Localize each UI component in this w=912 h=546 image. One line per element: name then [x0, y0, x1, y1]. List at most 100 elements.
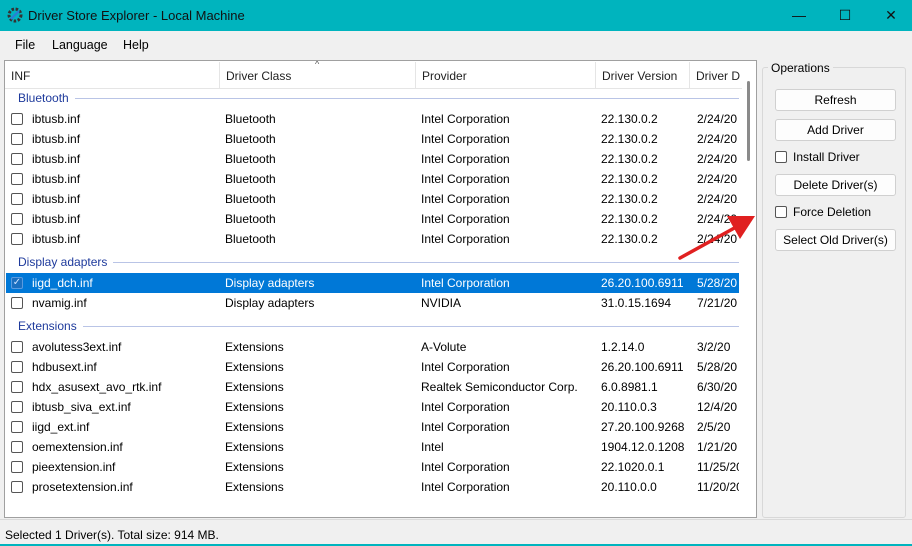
cell-inf: ibtusb.inf — [32, 212, 81, 226]
cell-provider: Intel Corporation — [421, 420, 510, 434]
row-checkbox[interactable] — [11, 173, 23, 185]
table-row[interactable]: hdx_asusext_avo_rtk.inf Extensions Realtek… — [6, 377, 739, 397]
table-row[interactable]: ibtusb.inf Bluetooth Intel Corporation 22.1… — [6, 209, 739, 229]
cell-driver-version: 22.130.0.2 — [601, 192, 658, 206]
cell-driver-date: 2/5/20 — [697, 420, 731, 434]
cell-driver-date: 12/4/20 — [697, 400, 738, 414]
table-row[interactable]: ibtusb.inf Bluetooth Intel Corporation 22.1… — [6, 229, 739, 249]
row-checkbox[interactable] — [11, 133, 23, 145]
table-row[interactable]: prosetextension.inf Extensions Intel Corpo… — [6, 477, 739, 497]
list-body: Bluetooth ibtusb.inf Bluetooth Intel Corpor… — [6, 85, 739, 497]
table-row[interactable]: ibtusb.inf Bluetooth Intel Corporation 22.1… — [6, 149, 739, 169]
table-row[interactable]: ibtusb_siva_ext.inf Extensions Intel Corpo… — [6, 397, 739, 417]
close-button[interactable]: ✕ — [868, 0, 912, 31]
table-row[interactable]: avolutess3ext.inf Extensions A-Volute 1.2.1… — [6, 337, 739, 357]
row-checkbox[interactable] — [11, 193, 23, 205]
cell-driver-class: Extensions — [225, 340, 284, 354]
checkbox-box[interactable] — [775, 151, 787, 163]
cell-driver-date: 2/24/20 — [697, 132, 738, 146]
row-checkbox[interactable] — [11, 213, 23, 225]
operations-label: Operations — [768, 61, 833, 75]
cell-driver-class: Extensions — [225, 480, 284, 494]
cell-provider: Intel Corporation — [421, 132, 510, 146]
install-driver-label: Install Driver — [793, 150, 860, 164]
table-row[interactable]: iigd_ext.inf Extensions Intel Corporation 2… — [6, 417, 739, 437]
cell-driver-version: 22.130.0.2 — [601, 132, 658, 146]
row-checkbox[interactable] — [11, 153, 23, 165]
cell-driver-date: 11/20/20 — [697, 480, 739, 494]
row-checkbox[interactable] — [11, 421, 23, 433]
column-driver-version[interactable]: Driver Version — [602, 69, 677, 83]
column-inf[interactable]: INF — [11, 69, 30, 83]
add-driver-button[interactable]: Add Driver — [775, 119, 896, 141]
cell-inf: avolutess3ext.inf — [32, 340, 122, 354]
group-header-bluetooth[interactable]: Bluetooth — [6, 85, 739, 109]
table-row[interactable]: ibtusb.inf Bluetooth Intel Corporation 22.1… — [6, 129, 739, 149]
cell-inf: oemextension.inf — [32, 440, 123, 454]
row-checkbox[interactable] — [11, 481, 23, 493]
row-checkbox[interactable] — [11, 361, 23, 373]
table-row[interactable]: pieextension.inf Extensions Intel Corporat… — [6, 457, 739, 477]
menu-file[interactable]: File — [15, 38, 35, 52]
row-checkbox[interactable] — [11, 401, 23, 413]
cell-provider: Intel Corporation — [421, 400, 510, 414]
row-checkbox[interactable]: ✓ — [11, 277, 23, 289]
cell-provider: Intel Corporation — [421, 480, 510, 494]
window-title: Driver Store Explorer - Local Machine — [28, 8, 245, 23]
row-checkbox[interactable] — [11, 113, 23, 125]
row-checkbox[interactable] — [11, 441, 23, 453]
cell-driver-date: 2/24/20 — [697, 192, 738, 206]
force-deletion-checkbox[interactable]: Force Deletion — [775, 205, 871, 219]
row-checkbox[interactable] — [11, 381, 23, 393]
delete-drivers-button[interactable]: Delete Driver(s) — [775, 174, 896, 196]
cell-driver-version: 22.130.0.2 — [601, 172, 658, 186]
row-checkbox[interactable] — [11, 341, 23, 353]
table-row[interactable]: nvamig.inf Display adapters NVIDIA 31.0.15.… — [6, 293, 739, 313]
cell-driver-date: 5/28/20 — [697, 276, 738, 290]
vertical-scrollbar[interactable] — [742, 61, 756, 517]
cell-driver-class: Bluetooth — [225, 132, 276, 146]
refresh-button[interactable]: Refresh — [775, 89, 896, 111]
group-divider — [18, 98, 739, 99]
group-header-extensions[interactable]: Extensions — [6, 313, 739, 337]
menu-language[interactable]: Language — [52, 38, 108, 52]
menu-help[interactable]: Help — [123, 38, 149, 52]
table-row[interactable]: ibtusb.inf Bluetooth Intel Corporation 22.1… — [6, 109, 739, 129]
cell-inf: iigd_ext.inf — [32, 420, 90, 434]
cell-inf: ibtusb.inf — [32, 172, 81, 186]
cell-provider: Intel — [421, 440, 444, 454]
row-checkbox[interactable] — [11, 297, 23, 309]
cell-driver-class: Bluetooth — [225, 192, 276, 206]
table-row[interactable]: ✓ iigd_dch.inf Display adapters Intel Corpo… — [6, 273, 739, 293]
table-row[interactable]: hdbusext.inf Extensions Intel Corporation 2… — [6, 357, 739, 377]
checkbox-box[interactable] — [775, 206, 787, 218]
table-row[interactable]: ibtusb.inf Bluetooth Intel Corporation 22.1… — [6, 189, 739, 209]
cell-provider: NVIDIA — [421, 296, 462, 310]
maximize-button[interactable]: ☐ — [822, 0, 868, 31]
cell-driver-date: 11/25/20 — [697, 460, 739, 474]
cell-driver-version: 31.0.15.1694 — [601, 296, 672, 310]
cell-driver-date: 5/28/20 — [697, 360, 738, 374]
title-bar: Driver Store Explorer - Local Machine — … — [0, 0, 912, 31]
column-driver-date[interactable]: Driver D — [696, 69, 740, 83]
cell-inf: ibtusb.inf — [32, 152, 81, 166]
driver-list[interactable]: INF ^ Driver Class Provider Driver Versi… — [4, 60, 757, 518]
minimize-button[interactable]: — — [776, 0, 822, 31]
cell-driver-class: Display adapters — [225, 276, 315, 290]
scrollbar-thumb[interactable] — [747, 81, 750, 161]
table-row[interactable]: ibtusb.inf Bluetooth Intel Corporation 22.1… — [6, 169, 739, 189]
cell-provider: Intel Corporation — [421, 172, 510, 186]
column-provider[interactable]: Provider — [422, 69, 467, 83]
cell-inf: hdbusext.inf — [32, 360, 97, 374]
cell-driver-class: Extensions — [225, 420, 284, 434]
column-driver-class[interactable]: Driver Class — [226, 69, 291, 83]
select-old-drivers-button[interactable]: Select Old Driver(s) — [775, 229, 896, 251]
install-driver-checkbox[interactable]: Install Driver — [775, 150, 860, 164]
table-row[interactable]: oemextension.inf Extensions Intel 1904.12.0… — [6, 437, 739, 457]
cell-driver-date: 2/24/20 — [697, 112, 738, 126]
row-checkbox[interactable] — [11, 461, 23, 473]
cell-driver-version: 22.1020.0.1 — [601, 460, 665, 474]
row-checkbox[interactable] — [11, 233, 23, 245]
cell-inf: hdx_asusext_avo_rtk.inf — [32, 380, 162, 394]
group-header-display-adapters[interactable]: Display adapters — [6, 249, 739, 273]
